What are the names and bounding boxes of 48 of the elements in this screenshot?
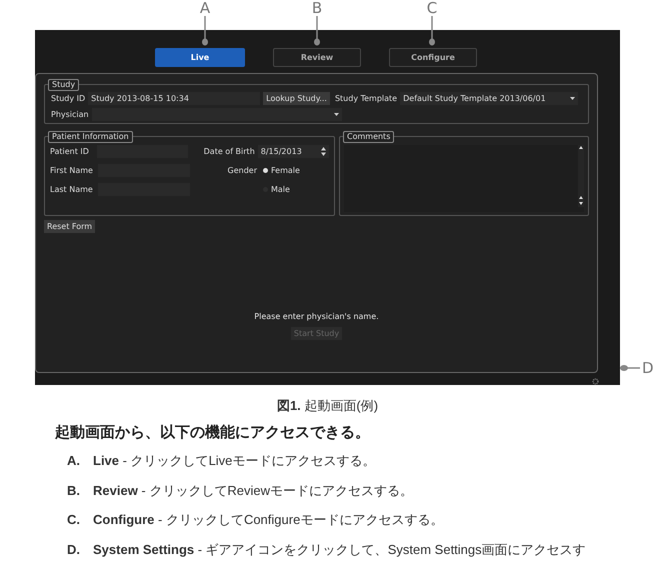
list-item-text: Live - クリックしてLiveモードにアクセスする。 [93, 452, 376, 470]
date-of-birth-field[interactable]: 8/15/2013 [258, 145, 330, 158]
intro-heading: 起動画面から、以下の機能にアクセスできる。 [55, 422, 371, 442]
field-label: First Name [50, 164, 94, 176]
callout-line [620, 365, 640, 371]
field-label: Male [271, 184, 290, 196]
settings-icon[interactable] [592, 378, 599, 385]
dropdown-caret-icon [570, 97, 576, 100]
spinner-arrows-icon[interactable] [321, 147, 326, 156]
callout-line [202, 16, 208, 46]
group-title: Comments [343, 131, 394, 143]
reset-form-button[interactable]: Reset Form [44, 220, 96, 233]
physician-dropdown[interactable] [92, 108, 342, 121]
lookup-study-button[interactable]: Lookup Study... [263, 92, 330, 105]
callout-line [429, 16, 435, 46]
callout-letter: A [198, 0, 212, 16]
dropdown-caret-icon [334, 113, 339, 116]
list-marker: C. [67, 511, 81, 529]
group-title: Patient Information [48, 131, 133, 143]
field-label: Gender [226, 164, 257, 176]
field-label: Study ID [51, 92, 86, 104]
list-item-text: System Settings - ギアアイコンをクリックして、System Settings画面にアクセスす [93, 540, 586, 559]
field-label: Study Template [334, 92, 398, 104]
scrollbar-icon[interactable] [578, 145, 584, 207]
figure-caption: 図1. 起動画面(例) [276, 397, 378, 415]
status-message: Please enter physician's name. [254, 311, 379, 323]
list-marker: B. [67, 482, 81, 500]
list-marker: D. [67, 540, 81, 558]
study-id-field[interactable]: Study 2013-08-15 10:34 [88, 92, 260, 105]
callout-line [314, 16, 320, 46]
list-item-text: Review - クリックしてReviewモードにアクセスする。 [93, 482, 413, 500]
comments-field[interactable] [344, 145, 584, 212]
list-item-text: Configure - クリックしてConfigureモードにアクセスする。 [93, 511, 444, 529]
callout-letter: C [426, 0, 438, 16]
field-label: Last Name [50, 184, 94, 196]
radio-button[interactable] [263, 168, 268, 173]
study-template-dropdown[interactable]: Default Study Template 2013/06/01 [400, 92, 578, 105]
mode-tab[interactable]: Review [273, 48, 361, 67]
callout-letter: B [310, 0, 324, 16]
field-label: Physician [51, 108, 89, 120]
field-label: Date of Birth [202, 146, 255, 158]
mode-tab[interactable]: Configure [389, 48, 477, 67]
field-label: Female [271, 164, 300, 176]
list-marker: A. [67, 452, 81, 470]
callout-letter: D [642, 360, 654, 376]
field-label: Patient ID [50, 146, 90, 158]
group-title: Study [48, 79, 80, 91]
mode-tab[interactable]: Live [155, 48, 245, 67]
